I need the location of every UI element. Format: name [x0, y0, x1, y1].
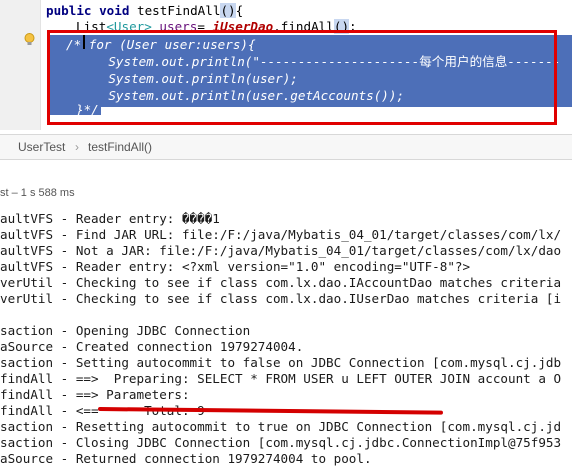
console-line: findAll - ==> Preparing: SELECT * FROM U… [0, 371, 561, 387]
console-line: saction - Setting autocommit to false on… [0, 355, 561, 371]
console-line-message: - Not a JAR: file:/F:/java/Mybatis_04_01… [53, 243, 562, 258]
console-line-message: - Find JAR URL: file:/F:/java/Mybatis_04… [53, 227, 562, 242]
console-line-source: saction [0, 419, 54, 434]
annotation-box [47, 30, 557, 125]
console-line: findAll - ==> Parameters: [0, 387, 197, 403]
console-line: aSource - Created connection 1979274004. [0, 339, 303, 355]
console-line-message: - Closing JDBC Connection [com.mysql.cj.… [53, 435, 562, 450]
console-line-message: - ==> Parameters: [53, 387, 198, 402]
console-line-message: - Returned connection 1979274004 to pool… [53, 451, 372, 466]
breadcrumb-method[interactable]: testFindAll() [88, 140, 152, 154]
breadcrumb-class[interactable]: UserTest [18, 140, 65, 154]
console-line: verUtil - Checking to see if class com.l… [0, 291, 561, 307]
console-line: aultVFS - Find JAR URL: file:/F:/java/My… [0, 227, 561, 243]
console-line-source: saction [0, 323, 54, 338]
console-line-source: verUtil [0, 275, 54, 290]
console-line: aultVFS - Reader entry: ����1 [0, 211, 220, 227]
console-line-message: - Created connection 1979274004. [53, 339, 304, 354]
code-editor[interactable]: public void testFindAll(){ List<User> us… [0, 0, 572, 130]
console-line: verUtil - Checking to see if class com.l… [0, 275, 561, 291]
console-line-message: - Setting autocommit to false on JDBC Co… [53, 355, 562, 370]
console-line-source: saction [0, 355, 54, 370]
console-line-message: - Checking to see if class com.lx.dao.IU… [53, 291, 562, 306]
console-line-source: findAll [0, 371, 54, 386]
console-line-message: - Resetting autocommit to true on JDBC C… [53, 419, 562, 434]
console-line-source: findAll [0, 387, 54, 402]
console-output[interactable]: aultVFS - Reader entry: ����1 aultVFS - F… [0, 203, 572, 466]
console-line-source: aultVFS [0, 227, 54, 242]
console-line: aultVFS - Reader entry: <?xml version="1… [0, 259, 470, 275]
console-line-source: aultVFS [0, 259, 54, 274]
console-line: aSource - Returned connection 1979274004… [0, 451, 372, 467]
console-line: saction - Opening JDBC Connection [0, 323, 250, 339]
console-line-source: aultVFS [0, 243, 54, 258]
console-line-message: - Reader entry: ����1 [53, 211, 220, 226]
console-line-message: - Checking to see if class com.lx.dao.IA… [53, 275, 562, 290]
console-line: saction - Closing JDBC Connection [com.m… [0, 435, 561, 451]
console-line-message: - ==> Preparing: SELECT * FROM USER u LE… [53, 371, 562, 386]
console-line-message: - Opening JDBC Connection [53, 323, 251, 338]
console-line-source: verUtil [0, 291, 54, 306]
console-line-source: saction [0, 435, 54, 450]
breadcrumb: UserTest › testFindAll() [0, 134, 572, 160]
console-line-source: aSource [0, 451, 54, 466]
console-line: aultVFS - Not a JAR: file:/F:/java/Mybat… [0, 243, 561, 259]
console-line: saction - Resetting autocommit to true o… [0, 419, 561, 435]
console-line-source: findAll [0, 403, 54, 418]
run-status-bar: st – 1 s 588 ms [0, 178, 572, 206]
console-line-message: - Reader entry: <?xml version="1.0" enco… [53, 259, 471, 274]
console-line-source: aSource [0, 339, 54, 354]
breadcrumb-separator: › [75, 140, 79, 154]
code-line-method-signature: public void testFindAll(){ [46, 3, 244, 18]
console-line-source: aultVFS [0, 211, 54, 226]
run-duration: st – 1 s 588 ms [0, 187, 75, 199]
